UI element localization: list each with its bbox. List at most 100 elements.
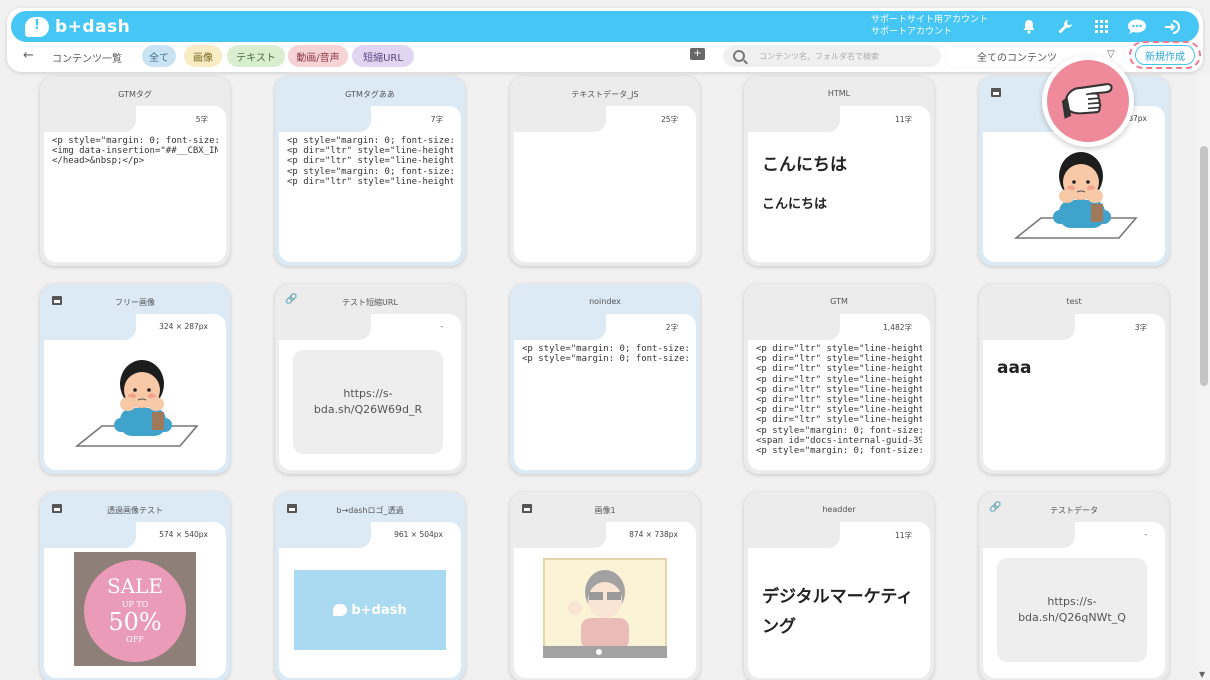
card-title: 透過画像テスト [107,506,163,515]
card-tab-notch [983,522,1075,548]
content-card[interactable]: 画像1 874 × 738px [510,492,700,680]
content-card[interactable]: b→dashロゴ_透過 961 × 504px b+dash [275,492,465,680]
new-create-button[interactable]: 新規作成 [1135,45,1195,65]
filter-chip[interactable]: 動画/音声 [288,45,348,67]
content-card[interactable]: noindex 2字 <p style="margin: 0; font-size:… [510,284,700,474]
card-tab-notch [279,314,371,340]
card-meta: 7字 [430,115,443,124]
chat-icon[interactable] [1119,11,1155,42]
card-meta: 5字 [195,115,208,124]
search-box[interactable] [723,45,941,67]
search-icon [733,50,745,62]
content-card[interactable]: 🔗 テスト短縮URL - https://s-bda.sh/Q26W69d_R [275,284,465,474]
card-tab-notch [748,314,840,340]
card-meta: 3字 [1134,323,1147,332]
content-card[interactable]: headder 11字 デジタルマーケティング [744,492,934,680]
card-meta: 11字 [894,115,912,124]
logout-icon[interactable] [1155,11,1191,42]
card-title: GTM [830,297,848,306]
breadcrumb: コンテンツ一覧 [52,54,122,65]
account-company: サポートサイト用アカウント [871,15,989,25]
person-illustration [1013,152,1138,239]
card-meta: 324 × 287px [159,322,208,331]
content-card[interactable]: テキストデータ_JS 25字 [510,76,700,266]
content-card[interactable]: フリー画像 324 × 287px [40,284,230,474]
card-meta: 11字 [894,531,912,540]
sale-percent: 50% [108,608,162,636]
filter-chip[interactable]: 全て [142,45,176,67]
logo-text: b+dash [55,16,131,37]
account-user: サポートアカウント [871,27,953,37]
card-meta: 961 × 504px [394,530,443,539]
header: b+dash サポートサイト用アカウント サポートアカウント ← [7,8,1203,72]
card-tab-notch [748,522,840,548]
card-title: test [1066,297,1082,306]
card-title: headder [822,505,856,514]
content-card[interactable]: HTML 11字 こんにちは こんにちは [744,76,934,266]
card-tab-notch [514,522,606,548]
content-card[interactable]: test 3字 aaa [979,284,1169,474]
card-meta: 1,482字 [883,323,912,332]
bell-icon[interactable] [1011,11,1047,42]
card-title: GTMタグああ [345,90,395,99]
short-url-preview: https://s-bda.sh/Q26qNWt_Q [997,558,1147,662]
card-meta: 574 × 540px [159,530,208,539]
card-title: テストデータ [1050,506,1098,515]
search-input[interactable] [759,51,929,61]
filter-chip[interactable]: 短縮URL [352,45,414,67]
card-title: HTML [827,89,851,98]
content-card[interactable]: 透過画像テスト 574 × 540px SALE UP TO 50% OFF [40,492,230,680]
card-tab-notch [279,106,371,132]
card-meta: - [440,322,443,331]
sale-off: OFF [126,635,144,644]
card-tab-notch [44,106,136,132]
card-title: GTMタグ [118,90,152,99]
top-bar: b+dash サポートサイト用アカウント サポートアカウント [11,11,1199,42]
person-illustration [74,360,199,447]
card-title: テキストデータ_JS [571,90,639,99]
code-preview: <p style="margin: 0; font-size: 18 <p di… [287,136,453,187]
logo-image: b+dash [294,570,446,650]
card-tab-notch [983,314,1075,340]
content-card[interactable]: GTM 1,482字 <p dir="ltr" style="line-height… [744,284,934,474]
scrollbar[interactable]: ▼ [1198,76,1210,680]
filter-chip[interactable]: テキスト [227,45,285,67]
logo-image-text: b+dash [351,602,407,618]
sale-title: SALE [106,574,164,598]
sale-image: SALE UP TO 50% OFF [74,552,196,666]
card-tab-notch [44,522,136,548]
card-tab-notch [514,314,606,340]
card-title: noindex [589,297,621,306]
code-preview: <p style="margin: 0; font-size: 18 <img … [52,136,218,167]
card-tab-notch [748,106,840,132]
back-arrow-icon[interactable]: ← [23,48,34,63]
html-preview-text: こんにちは [762,197,828,212]
card-title: b→dashロゴ_透過 [336,506,404,515]
scroll-down-icon[interactable]: ▼ [1199,670,1205,679]
card-meta: - [1144,530,1147,539]
html-preview-heading: こんにちは [762,155,847,175]
content-card[interactable]: 🔗 テストデータ - https://s-bda.sh/Q26qNWt_Q [979,492,1169,680]
caret-icon: ▽ [1107,49,1115,60]
video-thumbnail [543,558,667,658]
content-toolbar: ← コンテンツ一覧 全て画像テキスト動画/音声短縮URL + 全てのコンテンツ … [7,41,1203,70]
card-title: 画像1 [594,506,616,515]
logo[interactable]: b+dash [25,16,131,37]
card-tab-notch [514,106,606,132]
add-folder-icon[interactable]: + [690,48,705,60]
card-meta: 25字 [660,115,678,124]
filter-chip[interactable]: 画像 [184,45,222,67]
content-card[interactable]: GTMタグああ 7字 <p style="margin: 0; font-size:… [275,76,465,266]
card-tab-notch [279,522,371,548]
card-meta: 2字 [665,323,678,332]
content-card[interactable]: GTMタグ 5字 <p style="margin: 0; font-size: 1… [40,76,230,266]
grid-icon[interactable] [1083,11,1119,42]
wrench-icon[interactable] [1047,11,1083,42]
account-info[interactable]: サポートサイト用アカウント サポートアカウント [871,14,988,38]
scrollbar-thumb[interactable] [1200,146,1208,386]
card-title: フリー画像 [115,298,155,307]
html-preview-heading: aaa [997,358,1032,378]
code-preview: <p style="margin: 0; font-size: 18 <p st… [522,344,688,365]
card-meta: 874 × 738px [629,530,678,539]
card-title: テスト短縮URL [342,298,398,307]
